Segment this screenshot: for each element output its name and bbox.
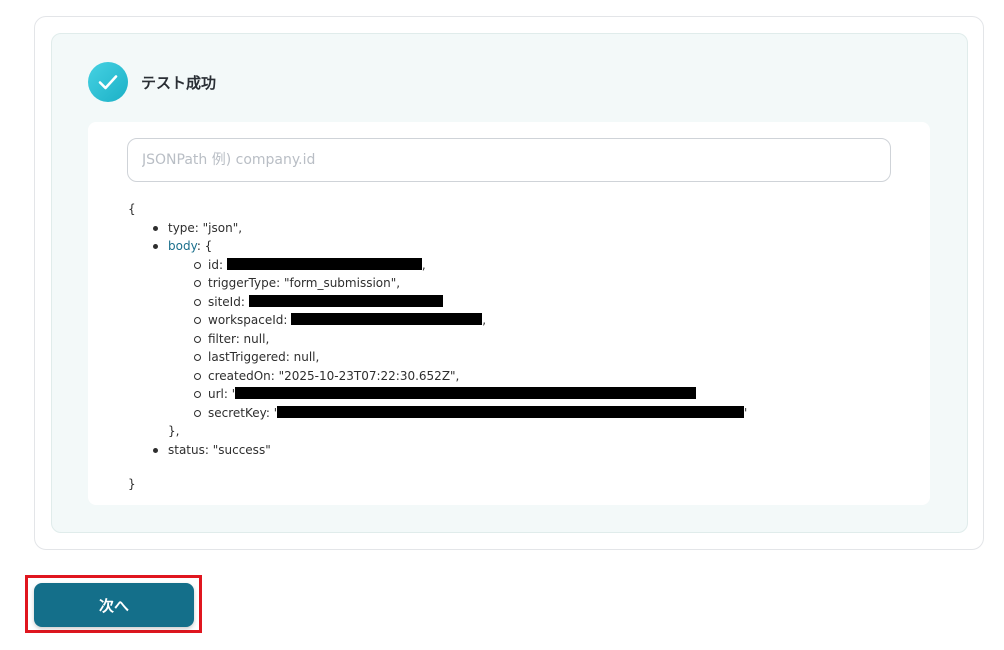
check-icon	[88, 62, 128, 102]
test-success-panel: テスト成功 { type: "json", body: { id: , trig…	[51, 33, 968, 533]
redacted-value	[235, 387, 697, 399]
test-result-card: テスト成功 { type: "json", body: { id: , trig…	[34, 16, 984, 550]
json-field-id: id: ,	[178, 256, 908, 275]
json-output-card: { type: "json", body: { id: , triggerTyp…	[88, 122, 930, 505]
json-field-workspaceid: workspaceId: ,	[178, 311, 908, 330]
redacted-value	[248, 294, 443, 307]
json-field-secretkey: secretKey: ' '	[178, 404, 908, 423]
json-close-brace: }	[128, 477, 136, 491]
json-field-url: url: '	[178, 385, 908, 404]
json-field-type: type: "json",	[153, 219, 908, 238]
next-button-highlight: 次へ	[25, 575, 202, 633]
body-key[interactable]: body	[168, 239, 197, 253]
next-button[interactable]: 次へ	[34, 583, 194, 627]
redacted-value	[291, 313, 483, 325]
jsonpath-input[interactable]	[127, 138, 891, 182]
json-tree: { type: "json", body: { id: , triggerTyp…	[128, 200, 908, 494]
json-field-lasttriggered: lastTriggered: null,	[178, 348, 908, 367]
body-close-brace: },	[168, 424, 180, 438]
json-open-brace: {	[128, 202, 136, 216]
success-title: テスト成功	[141, 73, 217, 92]
json-field-triggertype: triggerType: "form_submission",	[178, 274, 908, 293]
redacted-value	[277, 405, 745, 418]
success-header: テスト成功	[88, 62, 216, 102]
json-field-filter: filter: null,	[178, 330, 908, 349]
json-field-siteid: siteId:	[178, 293, 908, 312]
json-field-createdon: createdOn: "2025-10-23T07:22:30.652Z",	[178, 367, 908, 386]
json-field-body: body: { id: , triggerType: "form_submiss…	[153, 237, 908, 441]
redacted-value	[226, 257, 422, 270]
json-field-status: status: "success"	[153, 441, 908, 460]
